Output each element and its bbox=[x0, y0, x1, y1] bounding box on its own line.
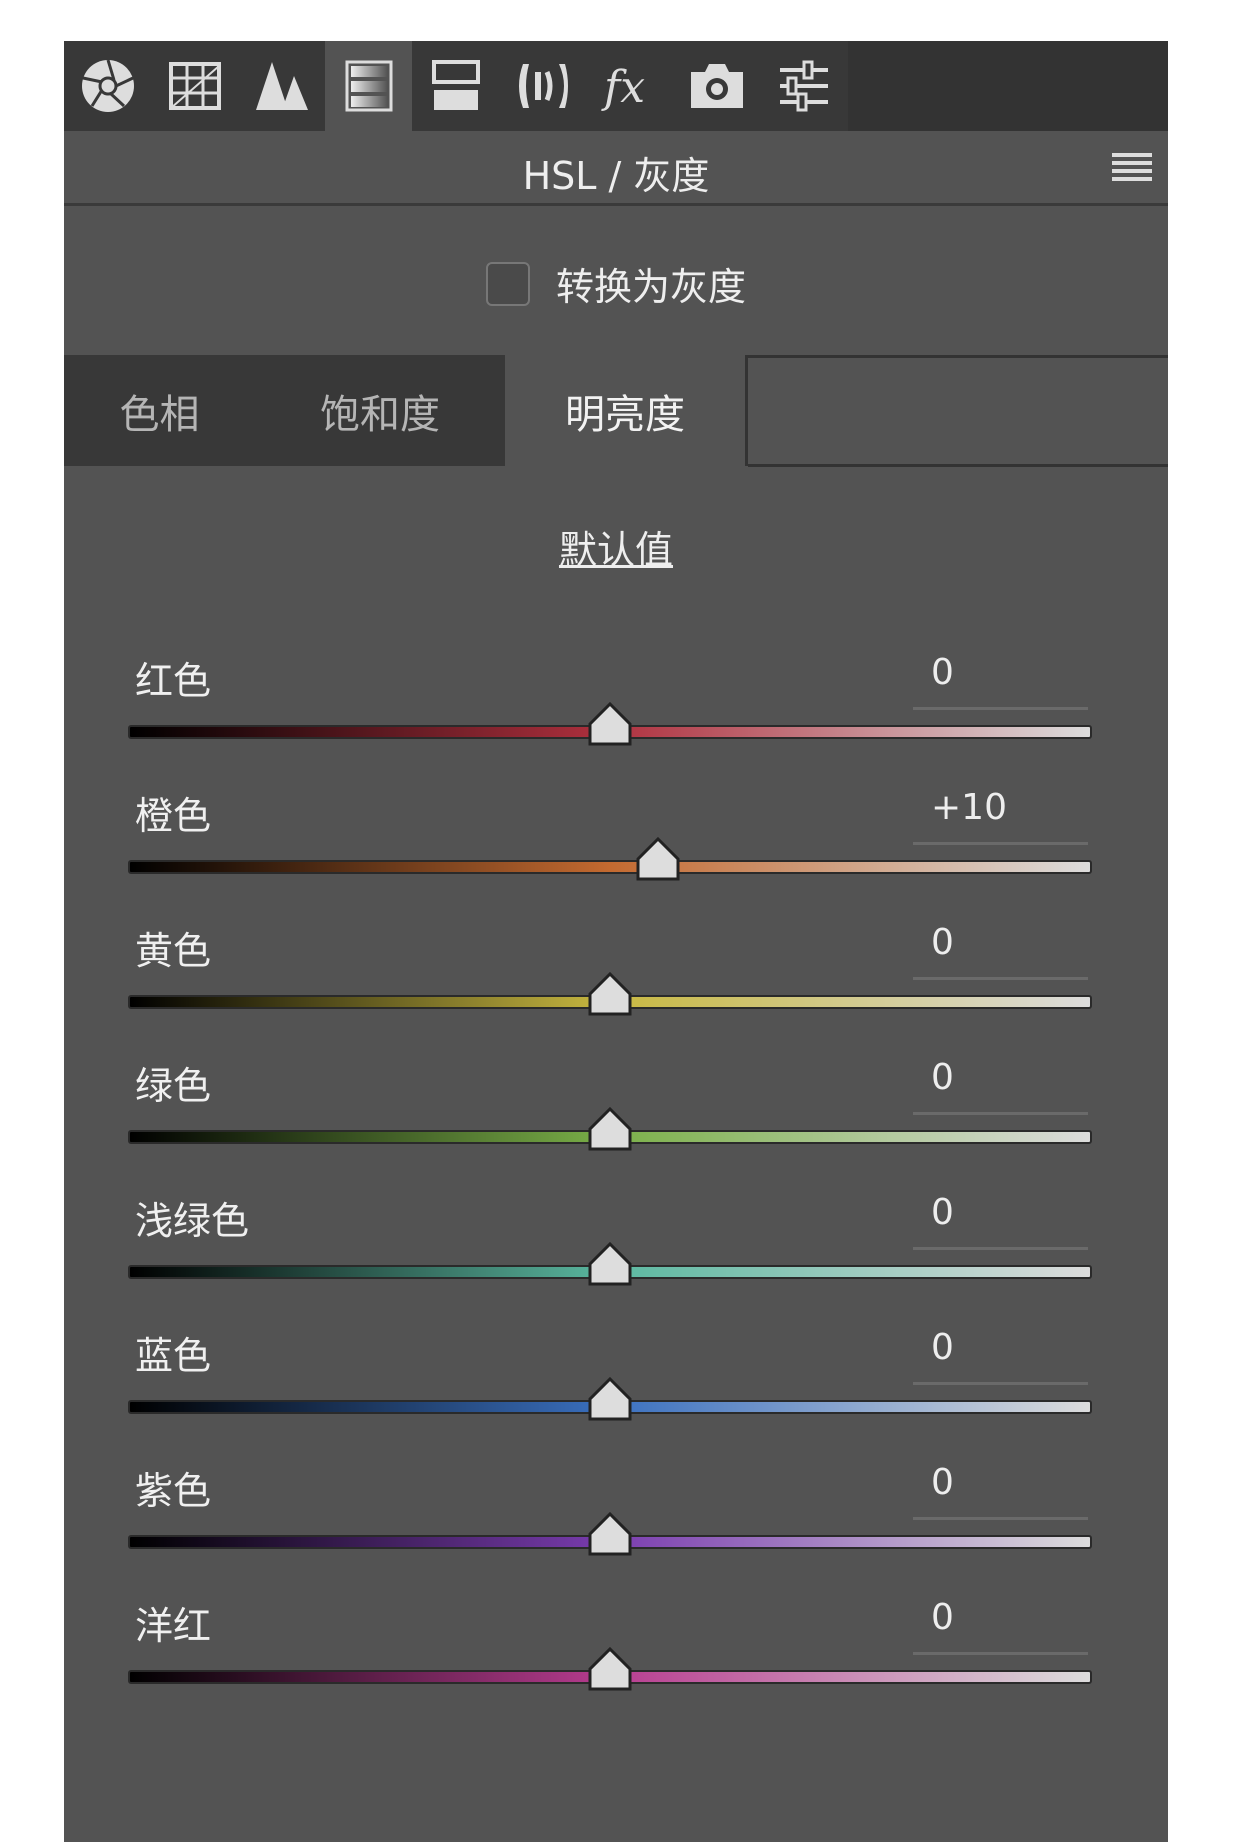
split-toning-icon bbox=[431, 60, 480, 110]
slider-thumb[interactable] bbox=[634, 837, 682, 881]
tab-hue[interactable]: 色相 bbox=[64, 355, 255, 466]
tab-strip-filler bbox=[748, 355, 1168, 467]
detail-icon bbox=[255, 62, 308, 110]
slider-label: 洋红 bbox=[135, 1604, 212, 1648]
hsl-tab-button[interactable] bbox=[325, 41, 412, 131]
slider-thumb[interactable] bbox=[586, 1512, 634, 1556]
slider-value-input[interactable]: 0 bbox=[913, 652, 1088, 710]
hsl-grayscale-icon bbox=[345, 60, 392, 112]
presets-tab-button[interactable] bbox=[760, 41, 847, 131]
slider-value-input[interactable]: 0 bbox=[913, 1462, 1088, 1520]
lens-tab-button[interactable] bbox=[499, 41, 586, 131]
slider-label: 红色 bbox=[135, 659, 212, 703]
convert-to-grayscale-label[interactable]: 转换为灰度 bbox=[556, 256, 746, 311]
convert-to-grayscale-checkbox[interactable] bbox=[485, 261, 530, 306]
basic-tab-button[interactable] bbox=[64, 41, 151, 131]
slider-label: 绿色 bbox=[135, 1064, 212, 1108]
svg-text:fx: fx bbox=[601, 62, 645, 113]
split-toning-tab-button[interactable] bbox=[412, 41, 499, 131]
slider-value-input[interactable]: +10 bbox=[913, 787, 1088, 845]
slider-thumb[interactable] bbox=[586, 1107, 634, 1151]
tab-luminance[interactable]: 明亮度 bbox=[505, 355, 748, 466]
slider-row-magenta: 洋红 0 bbox=[64, 1597, 1168, 1752]
default-row: 默认值 bbox=[64, 519, 1168, 574]
effects-tab-button[interactable]: fx bbox=[586, 41, 673, 131]
panel-title: HSL / 灰度 bbox=[522, 154, 710, 198]
camera-icon bbox=[690, 64, 743, 108]
aperture-icon bbox=[81, 59, 134, 112]
effects-icon: fx bbox=[601, 62, 645, 113]
panel-toolbar: fx bbox=[64, 41, 1168, 131]
tab-saturation[interactable]: 饱和度 bbox=[255, 355, 505, 466]
slider-thumb[interactable] bbox=[586, 972, 634, 1016]
default-link[interactable]: 默认值 bbox=[559, 528, 673, 572]
slider-value-input[interactable]: 0 bbox=[913, 1057, 1088, 1115]
slider-value-input[interactable]: 0 bbox=[913, 1597, 1088, 1655]
slider-thumb[interactable] bbox=[586, 1647, 634, 1691]
hsl-panel: fx HSL / 灰度 转换为灰度 色相 饱和度 明亮度 默认值 红色 0 橙色… bbox=[64, 41, 1168, 1842]
slider-thumb[interactable] bbox=[586, 702, 634, 746]
slider-label: 橙色 bbox=[135, 794, 212, 838]
slider-thumb[interactable] bbox=[586, 1377, 634, 1421]
sliders-icon bbox=[779, 60, 828, 112]
slider-track[interactable] bbox=[128, 860, 1092, 874]
tone-curve-tab-button[interactable] bbox=[151, 41, 238, 131]
tone-curve-icon bbox=[168, 62, 221, 110]
slider-value-input[interactable]: 0 bbox=[913, 1192, 1088, 1250]
slider-thumb[interactable] bbox=[586, 1242, 634, 1286]
panel-menu-icon[interactable] bbox=[1112, 153, 1152, 183]
hsl-tabs: 色相 饱和度 明亮度 bbox=[64, 355, 1168, 467]
calibration-tab-button[interactable] bbox=[673, 41, 760, 131]
slider-label: 黄色 bbox=[135, 929, 212, 973]
slider-label: 紫色 bbox=[135, 1469, 212, 1513]
panel-header: HSL / 灰度 bbox=[64, 131, 1168, 206]
detail-tab-button[interactable] bbox=[238, 41, 325, 131]
slider-value-input[interactable]: 0 bbox=[913, 1327, 1088, 1385]
convert-to-grayscale: 转换为灰度 bbox=[64, 256, 1168, 311]
slider-value-input[interactable]: 0 bbox=[913, 922, 1088, 980]
slider-label: 浅绿色 bbox=[135, 1199, 250, 1243]
slider-label: 蓝色 bbox=[135, 1334, 212, 1378]
lens-corrections-icon bbox=[518, 64, 568, 108]
